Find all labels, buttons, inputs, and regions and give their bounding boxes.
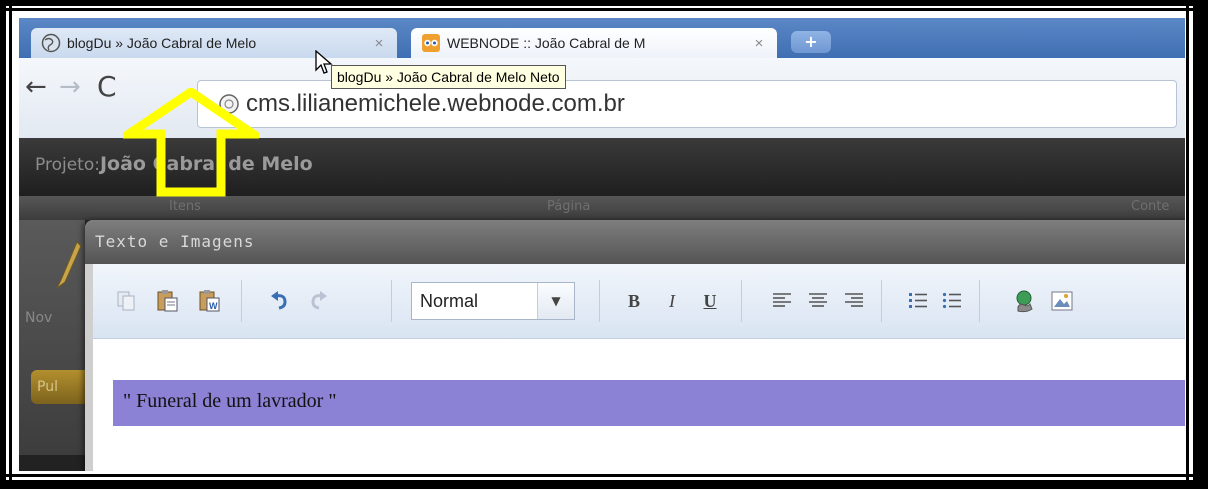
editor-toolbar: W Normal ▼ B I U [93,264,1185,339]
tab-strip: blogDu » João Cabral de Melo × WEBNODE :… [19,18,1185,58]
toolbar-separator [599,280,600,322]
new-tab-button[interactable]: + [791,31,831,53]
toolbar-separator [391,280,392,322]
column-pagina: Página [547,199,591,214]
pencil-icon [56,241,81,289]
frame-border-bottom-inner [0,474,1208,477]
frame-border-top [0,0,1208,6]
tab-title: blogDu » João Cabral de Melo [67,35,257,51]
svg-text:W: W [209,301,218,311]
tab-tooltip: blogDu » João Cabral de Melo Neto [331,65,566,89]
close-tab-icon[interactable]: × [369,35,389,52]
novo-button[interactable]: Nov [25,310,52,326]
tab-webnode[interactable]: WEBNODE :: João Cabral de M × [411,28,777,58]
redo-icon[interactable] [305,288,331,314]
column-itens: Itens [169,199,201,214]
bold-button[interactable]: B [621,288,647,314]
italic-button[interactable]: I [659,288,685,314]
frame-border-bottom [0,480,1208,489]
close-tab-icon[interactable]: × [749,35,769,52]
column-conteudo: Conte [1131,199,1170,214]
image-icon[interactable] [1049,288,1075,314]
editor-area: W Normal ▼ B I U " Funeral de um lavrado… [93,264,1185,471]
frame-border-right-inner [1186,0,1189,489]
globe-icon [41,33,61,53]
publish-button[interactable]: Pul [31,370,91,404]
numbered-list-icon[interactable] [905,288,931,314]
copy-icon[interactable] [113,288,139,314]
cms-column-bar: Itens Página Conte [19,196,1185,220]
paste-word-icon[interactable]: W [197,288,223,314]
webnode-owl-icon [422,34,440,52]
align-right-icon[interactable] [841,288,867,314]
dialog-titlebar[interactable]: Texto e Imagens [85,220,1185,264]
align-center-icon[interactable] [805,288,831,314]
reload-button[interactable]: C [97,70,117,103]
url-text: cms.lilianemichele.webnode.com.br [246,90,625,117]
browser-window: blogDu » João Cabral de Melo × WEBNODE :… [19,18,1185,471]
tab-title: WEBNODE :: João Cabral de M [447,35,646,51]
chevron-down-icon[interactable]: ▼ [537,283,574,319]
project-label: Projeto: [35,155,100,175]
mouse-cursor-icon [315,50,333,74]
format-value: Normal [420,291,479,311]
toolbar-separator [741,280,742,322]
frame-border-top-inner [0,8,1208,11]
toolbar-separator [979,280,980,322]
toolbar-separator [881,280,882,322]
back-button[interactable]: ← [25,72,47,102]
link-icon[interactable] [1011,288,1037,314]
frame-border-left [0,0,6,489]
left-panel-footer [19,455,85,471]
tab-blogdu[interactable]: blogDu » João Cabral de Melo × [31,28,397,58]
underline-button[interactable]: U [697,288,723,314]
forward-button[interactable]: → [59,72,81,102]
frame-border-right [1193,0,1208,489]
bulleted-list-icon[interactable] [939,288,965,314]
format-dropdown[interactable]: Normal ▼ [411,282,575,320]
screenshot-frame: blogDu » João Cabral de Melo × WEBNODE :… [0,0,1208,489]
frame-border-left-inner [9,0,12,489]
annotation-arrow-icon [123,88,259,197]
highlighted-paragraph[interactable]: " Funeral de um lavrador " [113,380,1185,426]
undo-icon[interactable] [267,288,293,314]
cms-left-panel: Nov Pul [19,220,91,471]
paragraph-text: " Funeral de um lavrador " [123,390,337,412]
dialog-title: Texto e Imagens [95,232,255,251]
paste-icon[interactable] [155,288,181,314]
toolbar-separator [241,280,242,322]
align-left-icon[interactable] [769,288,795,314]
text-images-dialog: Texto e Imagens W Normal ▼ B I U " Funer… [85,220,1185,471]
